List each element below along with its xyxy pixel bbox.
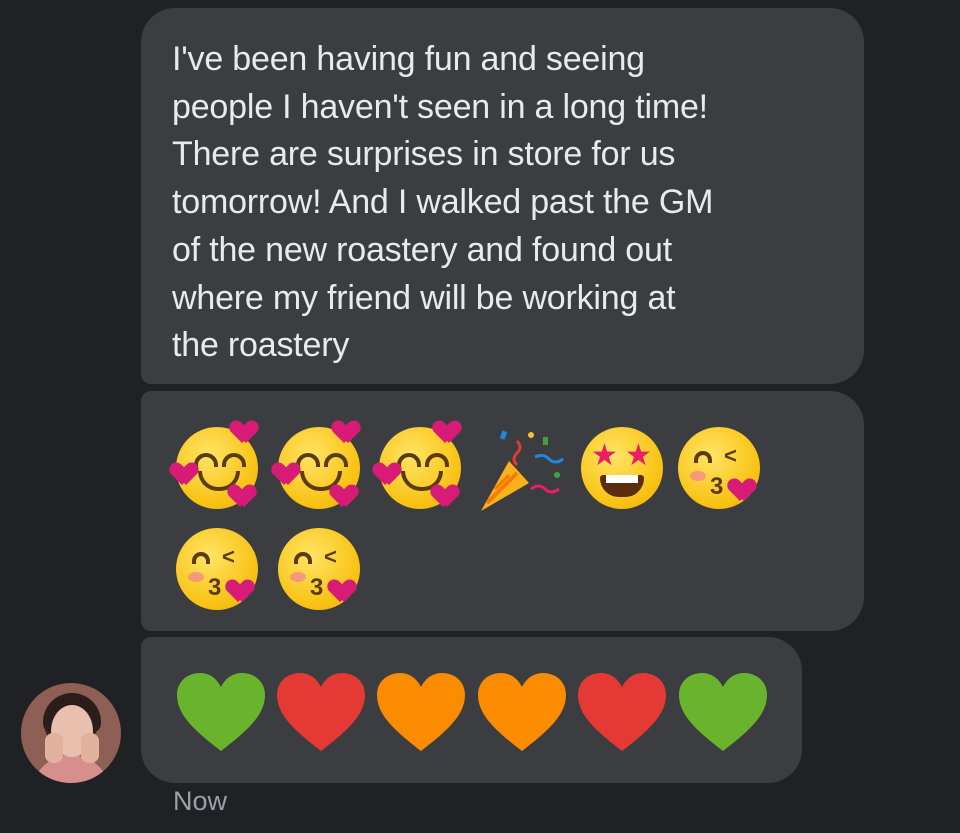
chat-screen: I've been having fun and seeing people I… [0,0,960,833]
message-bubble-hearts[interactable] [141,637,802,783]
face-blowing-kiss-icon: < 3 [278,528,360,610]
message-timestamp: Now [173,786,228,816]
green-heart-icon [177,673,265,751]
message-bubble-text[interactable]: I've been having fun and seeing people I… [141,8,864,384]
message-text: I've been having fun and seeing people I… [172,40,714,365]
red-heart-icon [277,673,365,751]
face-blowing-kiss-icon: < 3 [678,427,760,509]
face-blowing-kiss-icon: < 3 [176,528,258,610]
green-heart-icon [679,673,767,751]
red-heart-icon [578,673,666,751]
star-struck-icon: ★ ★ [581,427,663,509]
party-popper-icon [481,430,564,511]
message-bubble-emoji[interactable]: ★ ★ < 3 < 3 < 3 [141,391,864,631]
avatar[interactable] [21,683,121,783]
orange-heart-icon [377,673,465,751]
orange-heart-icon [478,673,566,751]
smiling-face-with-hearts-icon [379,427,461,509]
smiling-face-with-hearts-icon [278,427,360,509]
smiling-face-with-hearts-icon [176,427,258,509]
